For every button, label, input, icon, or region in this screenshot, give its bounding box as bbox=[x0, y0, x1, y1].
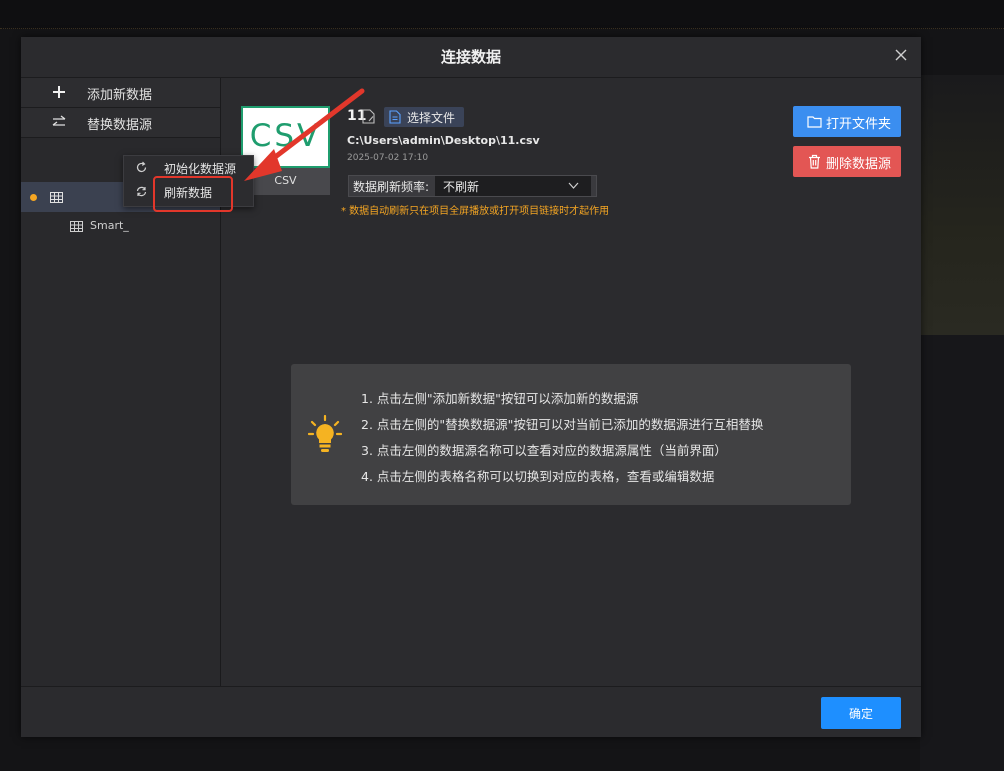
folder-icon bbox=[807, 116, 822, 128]
refresh-note: * 数据自动刷新只在项目全屏播放或打开项目链接时才起作用 bbox=[341, 206, 610, 217]
select-file-label: 选择文件 bbox=[407, 111, 456, 125]
add-data-button[interactable]: 添加新数据 bbox=[21, 78, 220, 108]
dialog-title: 连接数据 bbox=[440, 48, 501, 66]
status-dot bbox=[30, 194, 37, 201]
table-item[interactable]: Smart_ bbox=[21, 212, 220, 240]
tip-line: 2. 点击左侧的"替换数据源"按钮可以对当前已添加的数据源进行互相替换 bbox=[361, 417, 764, 432]
swap-icon bbox=[52, 115, 66, 126]
footer-divider bbox=[21, 686, 221, 687]
add-data-label: 添加新数据 bbox=[87, 88, 153, 103]
table-name: Smart_ bbox=[90, 219, 129, 232]
tip-line: 4. 点击左侧的表格名称可以切换到对应的表格，查看或编辑数据 bbox=[361, 469, 715, 484]
replace-datasource-button[interactable]: 替换数据源 bbox=[21, 108, 220, 138]
plus-icon bbox=[53, 86, 65, 98]
close-icon[interactable] bbox=[893, 47, 909, 63]
tip-line: 3. 点击左侧的数据源名称可以查看对应的数据源属性（当前界面） bbox=[361, 443, 727, 458]
open-folder-button[interactable]: 打开文件夹 bbox=[793, 106, 901, 137]
delete-datasource-button[interactable]: 删除数据源 bbox=[793, 146, 901, 177]
file-icon bbox=[389, 110, 401, 124]
file-path: C:\Users\admin\Desktop\11.csv bbox=[347, 134, 540, 147]
table-icon bbox=[70, 221, 83, 232]
confirm-button[interactable]: 确定 bbox=[821, 697, 901, 729]
trash-icon bbox=[809, 154, 820, 169]
tips-panel: 1. 点击左侧"添加新数据"按钮可以添加新的数据源 2. 点击左侧的"替换数据源… bbox=[291, 364, 851, 505]
sync-icon bbox=[136, 186, 147, 197]
refresh-icon bbox=[136, 161, 147, 173]
annotation-arrow bbox=[244, 88, 365, 181]
tip-line: 1. 点击左侧"添加新数据"按钮可以添加新的数据源 bbox=[361, 391, 639, 406]
replace-datasource-label: 替换数据源 bbox=[87, 118, 153, 133]
refresh-frequency-value: 不刷新 bbox=[443, 180, 480, 194]
footer-divider bbox=[221, 686, 921, 687]
background-panel-lower bbox=[920, 335, 1004, 771]
lightbulb-icon bbox=[308, 415, 342, 452]
delete-datasource-label: 删除数据源 bbox=[826, 157, 892, 172]
background-panel bbox=[920, 75, 1004, 335]
background-top-bar bbox=[0, 0, 1004, 29]
open-folder-label: 打开文件夹 bbox=[826, 117, 892, 132]
confirm-label: 确定 bbox=[848, 707, 873, 721]
table-icon bbox=[50, 192, 63, 203]
refresh-frequency-field: 数据刷新频率: 不刷新 bbox=[348, 175, 597, 197]
menu-item-label: 刷新数据 bbox=[164, 186, 213, 200]
select-file-button[interactable]: 选择文件 bbox=[384, 107, 464, 127]
chevron-down-icon bbox=[568, 182, 579, 189]
menu-item-label: 初始化数据源 bbox=[164, 162, 237, 176]
dialog-header: 连接数据 bbox=[21, 37, 921, 78]
refresh-frequency-select[interactable]: 不刷新 bbox=[435, 176, 591, 196]
